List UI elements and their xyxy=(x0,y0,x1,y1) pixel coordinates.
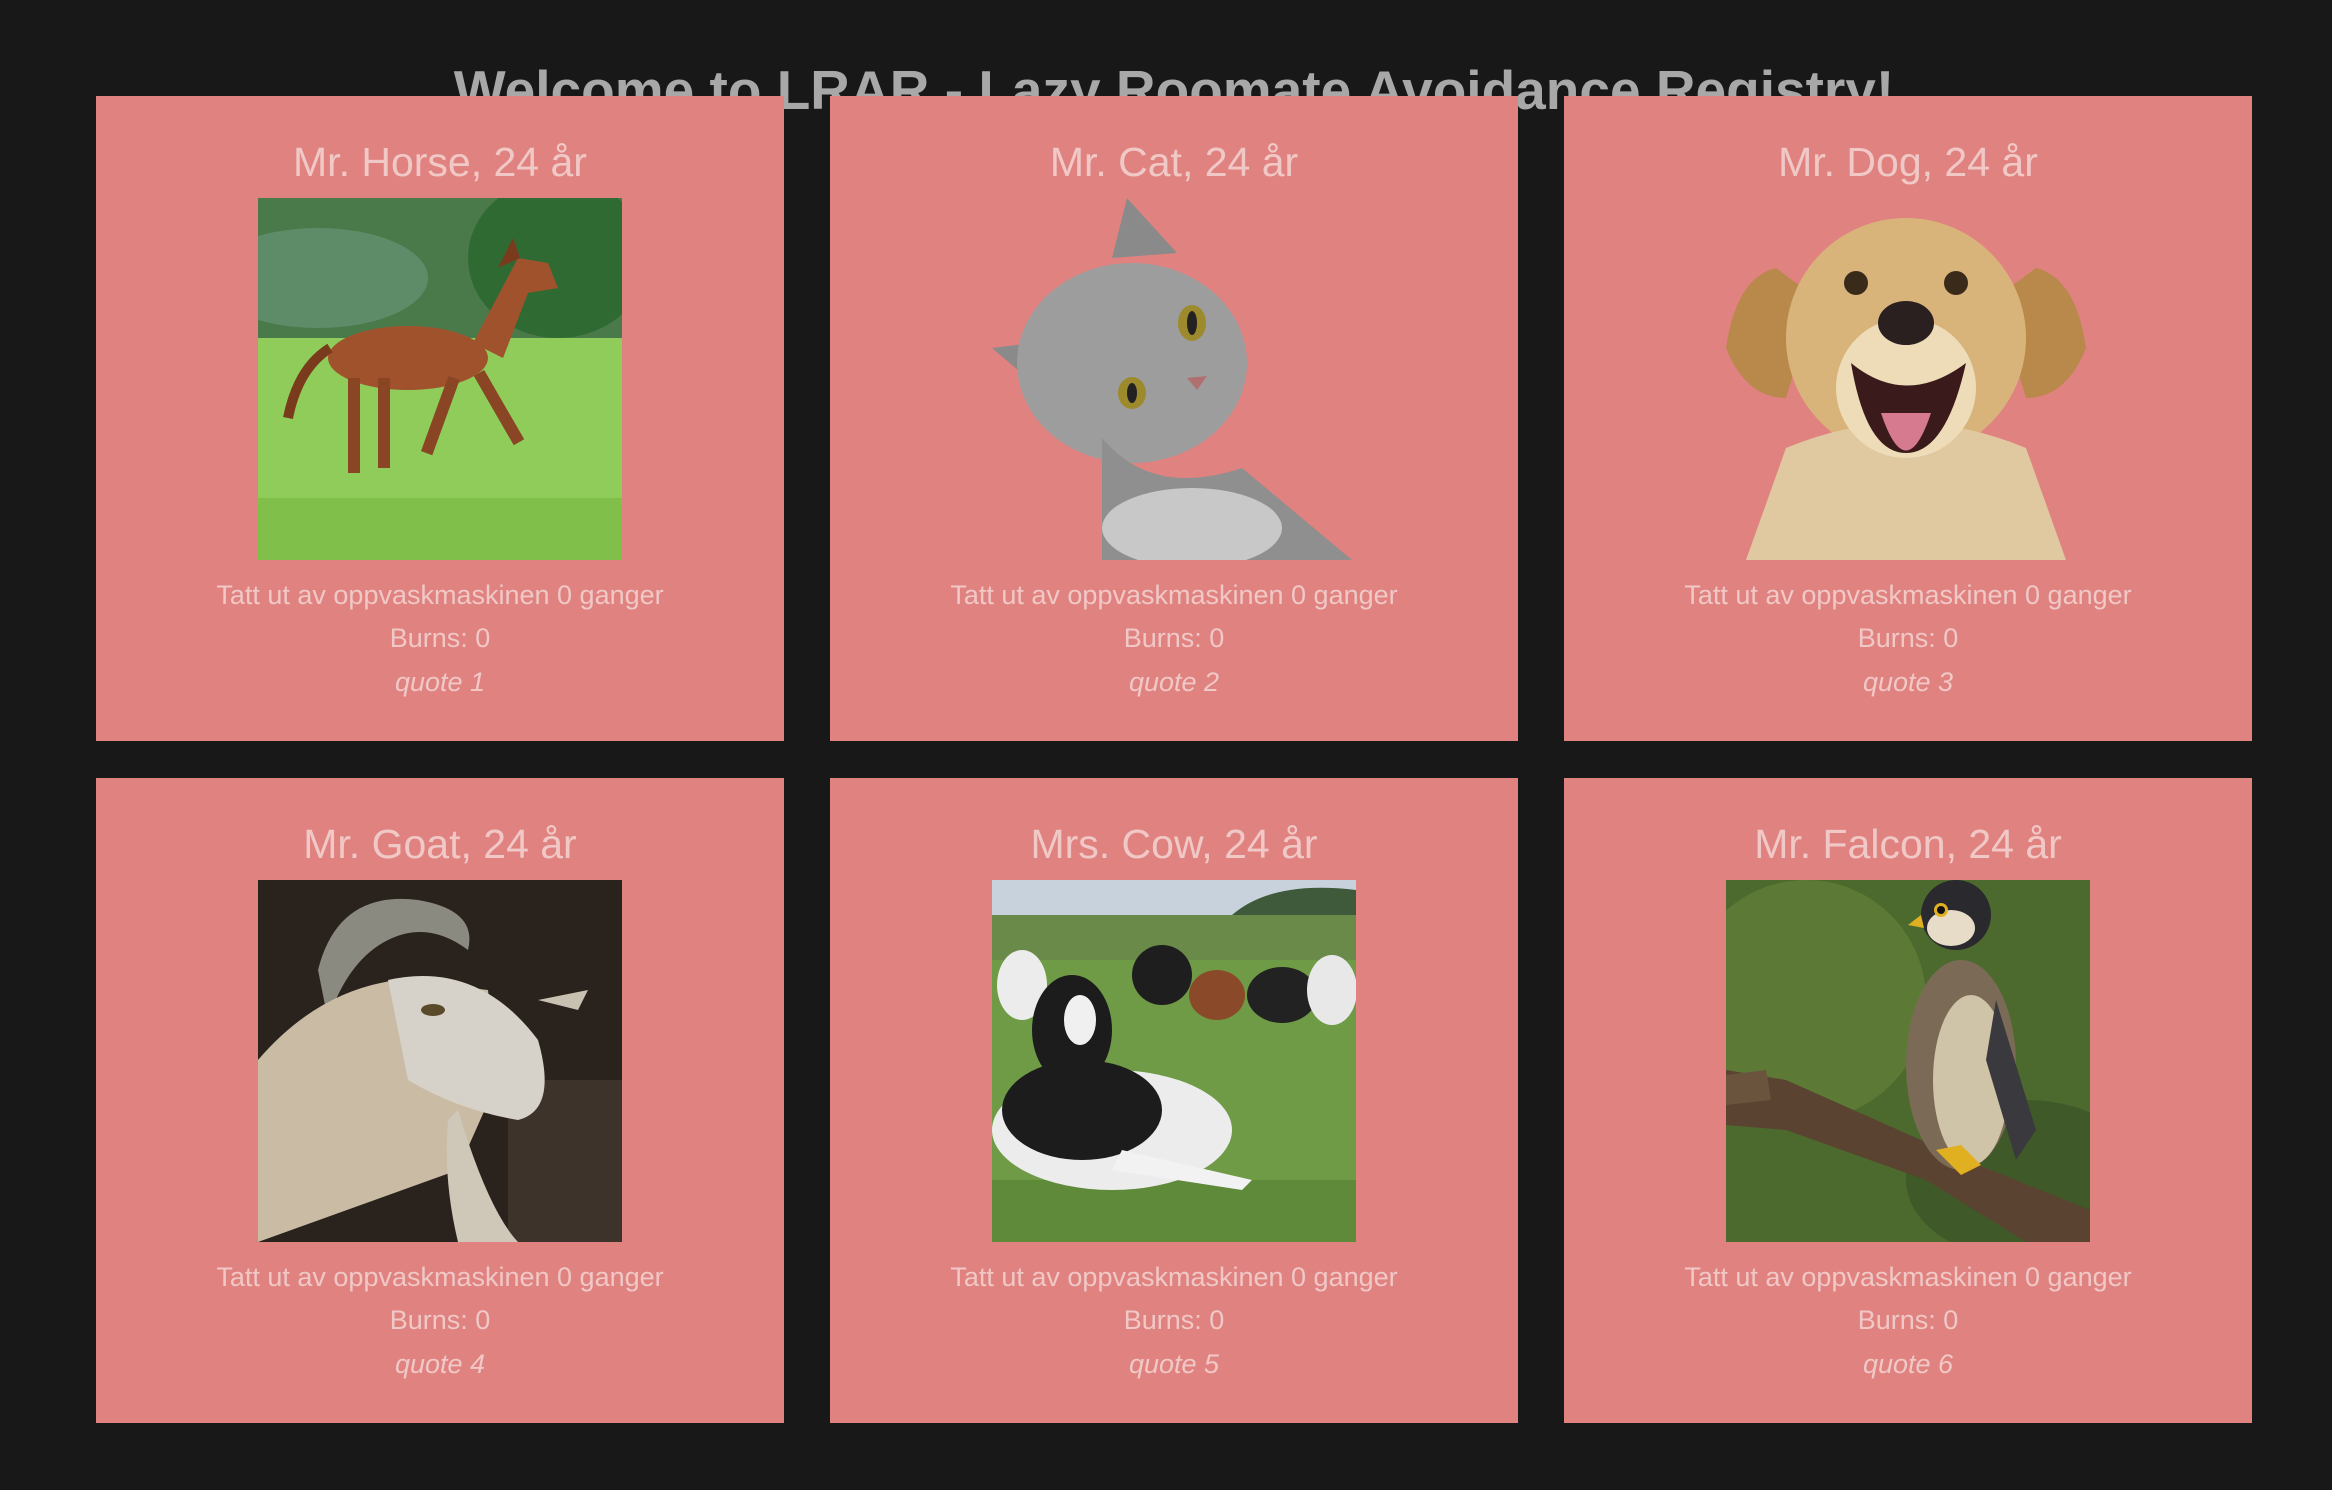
card-quote: quote 1 xyxy=(394,667,486,697)
cow-photo xyxy=(992,880,1356,1242)
dishwasher-count: Tatt ut av oppvaskmaskinen 0 ganger xyxy=(216,580,664,610)
burns-count: Burns: 0 xyxy=(1123,623,1225,653)
burns-count: Burns: 0 xyxy=(389,623,491,653)
roommate-card-cow: Mrs. Cow, 24 år Tatt ut av oppvaskmaskin… xyxy=(830,778,1518,1423)
burns-count: Burns: 0 xyxy=(1857,623,1959,653)
roommate-grid: Mr. Horse, 24 år Tatt ut av oppvaskmaski… xyxy=(96,96,2252,1423)
roommate-card-dog: Mr. Dog, 24 år Tatt ut av oppvaskmaskine… xyxy=(1564,96,2252,741)
roommate-card-cat: Mr. Cat, 24 år Tatt ut av oppvaskmaskine… xyxy=(830,96,1518,741)
card-quote: quote 6 xyxy=(1862,1349,1954,1379)
goat-photo xyxy=(258,880,622,1242)
dishwasher-count: Tatt ut av oppvaskmaskinen 0 ganger xyxy=(950,580,1398,610)
burns-count: Burns: 0 xyxy=(1123,1305,1225,1335)
dishwasher-count: Tatt ut av oppvaskmaskinen 0 ganger xyxy=(1684,1262,2132,1292)
card-quote: quote 4 xyxy=(394,1349,486,1379)
roommate-card-horse: Mr. Horse, 24 år Tatt ut av oppvaskmaski… xyxy=(96,96,784,741)
roommate-card-goat: Mr. Goat, 24 år Tatt ut av oppvaskmaskin… xyxy=(96,778,784,1423)
horse-photo xyxy=(258,198,622,560)
card-title: Mr. Falcon, 24 år xyxy=(1754,821,2062,867)
dishwasher-count: Tatt ut av oppvaskmaskinen 0 ganger xyxy=(950,1262,1398,1292)
burns-count: Burns: 0 xyxy=(1857,1305,1959,1335)
card-title: Mr. Goat, 24 år xyxy=(303,821,577,867)
card-quote: quote 2 xyxy=(1128,667,1220,697)
dishwasher-count: Tatt ut av oppvaskmaskinen 0 ganger xyxy=(216,1262,664,1292)
card-title: Mr. Cat, 24 år xyxy=(1049,139,1299,185)
card-title: Mr. Dog, 24 år xyxy=(1778,139,2038,185)
card-title: Mrs. Cow, 24 år xyxy=(1030,821,1318,867)
burns-count: Burns: 0 xyxy=(389,1305,491,1335)
card-title: Mr. Horse, 24 år xyxy=(293,139,587,185)
card-quote: quote 5 xyxy=(1128,1349,1220,1379)
cat-photo xyxy=(992,198,1356,560)
card-quote: quote 3 xyxy=(1862,667,1954,697)
falcon-photo xyxy=(1726,880,2090,1242)
dog-photo xyxy=(1726,198,2090,560)
roommate-card-falcon: Mr. Falcon, 24 år Tatt ut av oppvaskmask… xyxy=(1564,778,2252,1423)
dishwasher-count: Tatt ut av oppvaskmaskinen 0 ganger xyxy=(1684,580,2132,610)
